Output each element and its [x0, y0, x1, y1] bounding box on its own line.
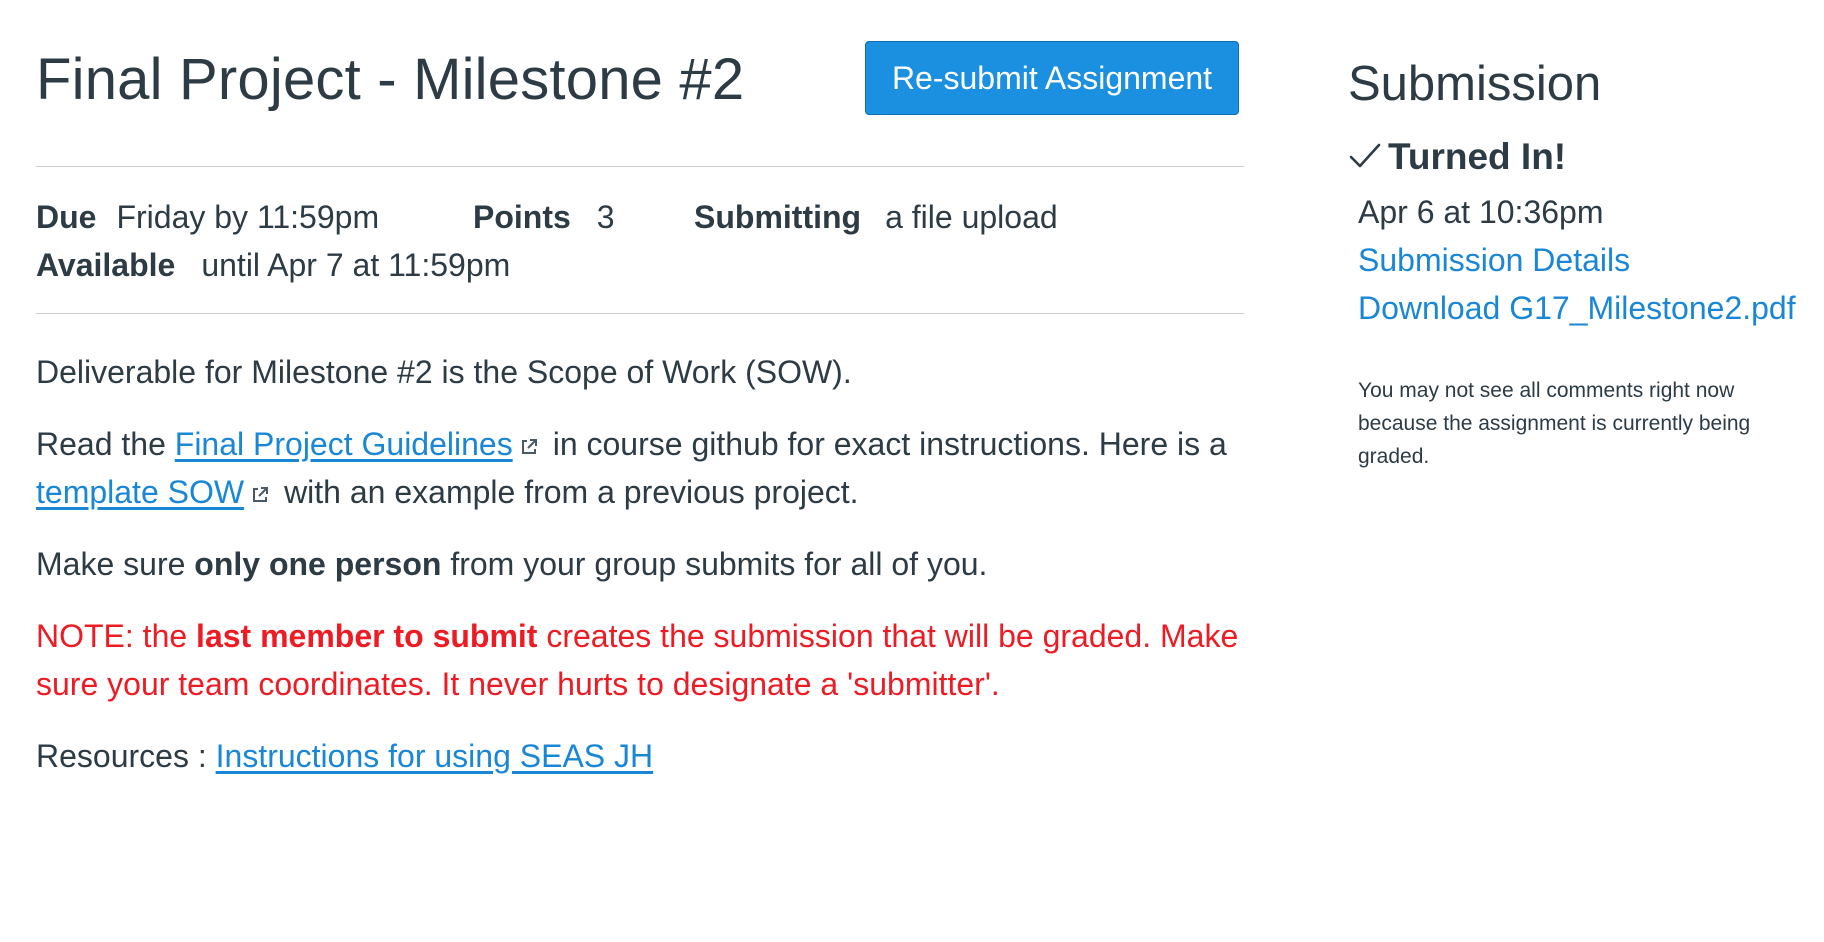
assignment-header: Final Project - Milestone #2 Re-submit A…: [36, 30, 1244, 167]
external-link-icon: [253, 487, 269, 502]
due-label: Due: [36, 199, 97, 235]
assignment-main: Final Project - Milestone #2 Re-submit A…: [36, 30, 1244, 780]
checkmark-icon: [1349, 143, 1381, 168]
seas-jh-instructions-link[interactable]: Instructions for using SEAS JH: [216, 738, 654, 774]
submission-info: Apr 6 at 10:36pm Submission Details Down…: [1348, 188, 1808, 332]
submission-sidebar: Submission Turned In! Apr 6 at 10:36pm S…: [1348, 44, 1808, 473]
submission-type: Submitting a file upload: [694, 199, 1058, 236]
template-sow-link[interactable]: template SOW: [36, 474, 244, 510]
emphasis-text: only one person: [194, 546, 442, 582]
final-project-guidelines-link[interactable]: Final Project Guidelines: [175, 426, 513, 462]
note-paragraph: NOTE: the last member to submit creates …: [36, 612, 1244, 708]
turned-in-status: Turned In!: [1388, 136, 1567, 177]
download-submission-link[interactable]: Download G17_Milestone2.pdf: [1358, 284, 1808, 332]
due-value: Friday by 11:59pm: [116, 199, 380, 235]
available-label: Available: [36, 247, 176, 283]
paragraph-text: with an example from a previous project.: [284, 474, 859, 510]
due-date: Due Friday by 11:59pm: [36, 199, 379, 236]
paragraph-text: from your group submits for all of you.: [441, 546, 988, 582]
resubmit-assignment-button[interactable]: Re-submit Assignment: [865, 41, 1239, 115]
description-paragraph: Deliverable for Milestone #2 is the Scop…: [36, 354, 852, 390]
points-label: Points: [473, 199, 571, 235]
points-value: 3: [596, 199, 615, 235]
submission-heading: Submission: [1348, 57, 1602, 111]
available-value: until Apr 7 at 11:59pm: [201, 247, 511, 283]
resources-paragraph: Resources : Instructions for using SEAS …: [36, 732, 1244, 780]
assignment-page: Final Project - Milestone #2 Re-submit A…: [0, 0, 1824, 942]
assignment-description: Deliverable for Milestone #2 is the Scop…: [36, 348, 1244, 780]
paragraph-text: Read the: [36, 426, 175, 462]
note-emphasis: last member to submit: [196, 618, 538, 654]
submission-status: Turned In!: [1348, 132, 1808, 182]
page-title: Final Project - Milestone #2: [36, 47, 745, 112]
submission-date: Apr 6 at 10:36pm: [1358, 194, 1604, 230]
paragraph-text: in course github for exact instructions.…: [552, 426, 1227, 462]
points: Points 3: [473, 199, 615, 236]
submission-details-link[interactable]: Submission Details: [1358, 236, 1808, 284]
description-paragraph: Make sure only one person from your grou…: [36, 540, 1244, 588]
availability: Available until Apr 7 at 11:59pm: [36, 247, 510, 284]
external-link-icon: [521, 439, 537, 454]
note-text: NOTE: the: [36, 618, 197, 654]
assignment-details: Due Friday by 11:59pm Points 3 Submitting a…: [36, 167, 1244, 314]
resources-label: Resources :: [36, 738, 216, 774]
comments-notice: You may not see all comments right now b…: [1358, 379, 1751, 468]
description-paragraph: Read the Final Project Guidelines in cour…: [36, 420, 1244, 516]
paragraph-text: Make sure: [36, 546, 195, 582]
submitting-value: a file upload: [885, 199, 1058, 235]
submitting-label: Submitting: [694, 199, 862, 235]
